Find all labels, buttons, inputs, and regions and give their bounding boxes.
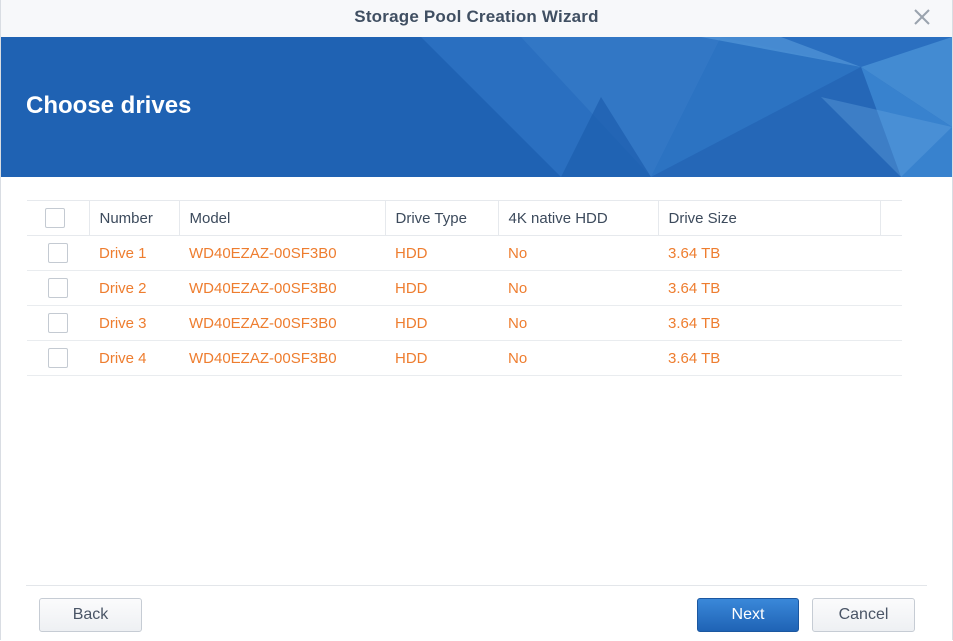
drive-model: WD40EZAZ-00SF3B0 [179, 270, 385, 306]
drive-number: Drive 2 [89, 270, 179, 306]
table-row[interactable]: Drive 2 WD40EZAZ-00SF3B0 HDD No 3.64 TB [27, 270, 902, 306]
drive-type: HDD [385, 270, 498, 306]
drive-number: Drive 3 [89, 305, 179, 341]
header-banner: Choose drives [1, 37, 952, 177]
drive-model: WD40EZAZ-00SF3B0 [179, 235, 385, 271]
row-checkbox[interactable] [48, 313, 68, 333]
drive-size: 3.64 TB [658, 235, 880, 271]
drive-model: WD40EZAZ-00SF3B0 [179, 340, 385, 376]
column-header-filler [880, 200, 902, 236]
drive-type: HDD [385, 340, 498, 376]
table-row[interactable]: Drive 3 WD40EZAZ-00SF3B0 HDD No 3.64 TB [27, 305, 902, 341]
drive-4k-native: No [498, 270, 658, 306]
back-button[interactable]: Back [39, 598, 142, 632]
close-icon[interactable] [912, 7, 932, 27]
table-header-row: Number Model Drive Type 4K native HDD Dr… [27, 200, 902, 236]
drive-table: Number Model Drive Type 4K native HDD Dr… [27, 200, 902, 376]
row-checkbox[interactable] [48, 348, 68, 368]
column-header-4k-native[interactable]: 4K native HDD [498, 200, 659, 236]
drive-number: Drive 1 [89, 235, 179, 271]
drive-4k-native: No [498, 235, 658, 271]
wizard-window: Storage Pool Creation Wizard Choose driv… [0, 0, 953, 640]
drive-4k-native: No [498, 340, 658, 376]
title-bar: Storage Pool Creation Wizard [1, 0, 952, 38]
table-row[interactable]: Drive 4 WD40EZAZ-00SF3B0 HDD No 3.64 TB [27, 340, 902, 376]
column-header-number[interactable]: Number [89, 200, 180, 236]
select-all-checkbox[interactable] [44, 208, 65, 228]
drive-model: WD40EZAZ-00SF3B0 [179, 305, 385, 341]
drive-type: HDD [385, 305, 498, 341]
row-checkbox[interactable] [48, 278, 68, 298]
next-button[interactable]: Next [697, 598, 799, 632]
drive-4k-native: No [498, 305, 658, 341]
column-header-model[interactable]: Model [179, 200, 386, 236]
cancel-button[interactable]: Cancel [812, 598, 915, 632]
drive-size: 3.64 TB [658, 270, 880, 306]
drive-type: HDD [385, 235, 498, 271]
select-all-cell [27, 200, 90, 236]
table-row[interactable]: Drive 1 WD40EZAZ-00SF3B0 HDD No 3.64 TB [27, 235, 902, 271]
window-title: Storage Pool Creation Wizard [354, 7, 599, 26]
column-header-drive-type[interactable]: Drive Type [385, 200, 499, 236]
page-heading: Choose drives [26, 92, 192, 119]
footer-divider [26, 585, 927, 586]
drive-size: 3.64 TB [658, 340, 880, 376]
drive-size: 3.64 TB [658, 305, 880, 341]
drive-number: Drive 4 [89, 340, 179, 376]
row-checkbox[interactable] [48, 243, 68, 263]
column-header-drive-size[interactable]: Drive Size [658, 200, 881, 236]
